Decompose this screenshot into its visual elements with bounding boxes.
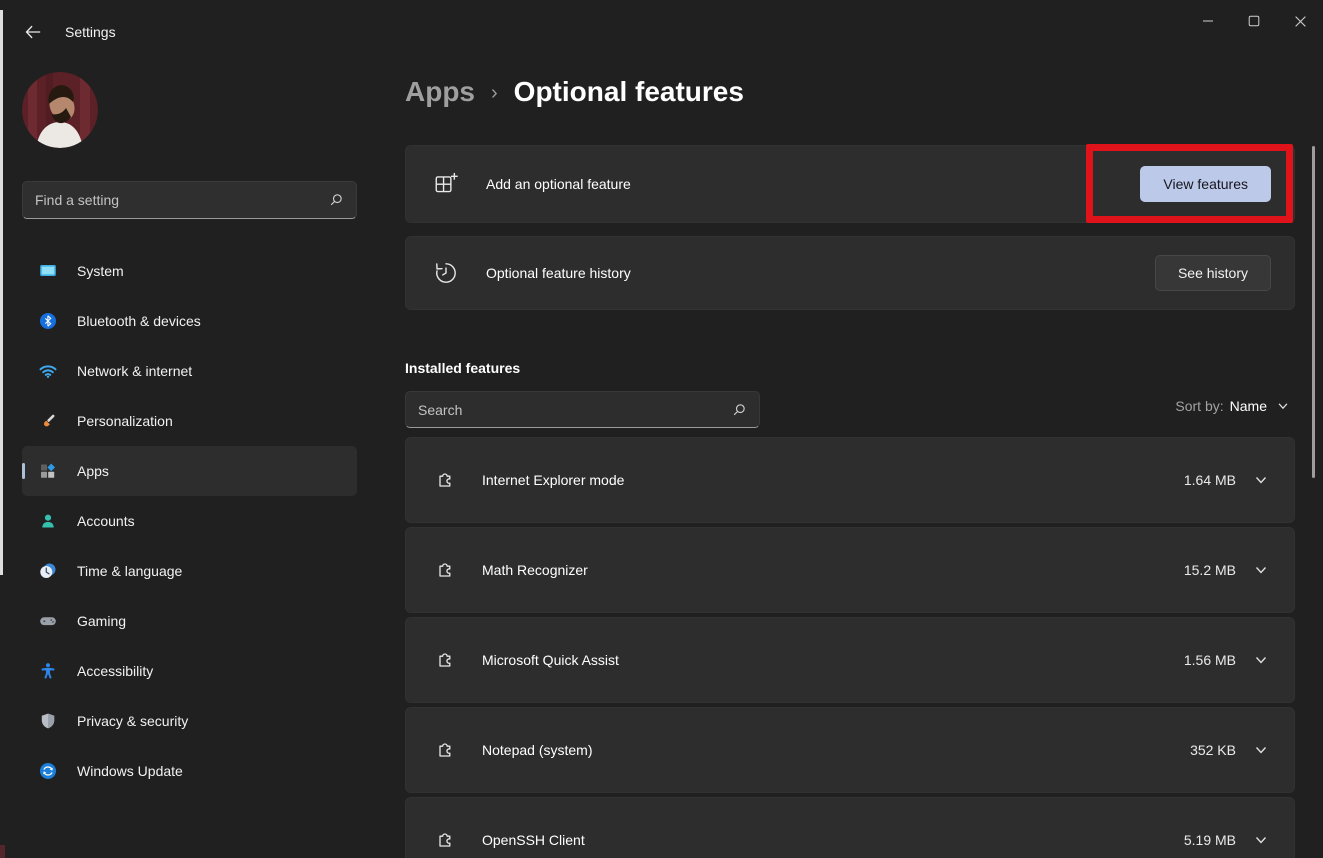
add-optional-feature-card: Add an optional feature View features	[405, 145, 1295, 223]
feature-size: 5.19 MB	[1184, 832, 1236, 848]
sidebar-item-label: Gaming	[77, 613, 126, 629]
sidebar-item-personalization[interactable]: Personalization	[22, 396, 357, 446]
sidebar-nav: System Bluetooth & devices Network & int…	[22, 246, 357, 796]
chevron-down-icon	[1276, 399, 1290, 413]
search-icon	[328, 192, 344, 208]
view-features-button[interactable]: View features	[1140, 166, 1271, 202]
chevron-down-icon[interactable]	[1253, 742, 1269, 758]
gamepad-icon	[38, 611, 58, 631]
sidebar-item-label: Network & internet	[77, 363, 192, 379]
user-avatar	[22, 72, 98, 148]
puzzle-icon	[434, 829, 456, 851]
shield-icon	[38, 711, 58, 731]
minimize-button[interactable]	[1185, 0, 1231, 42]
grid-plus-icon	[433, 171, 459, 197]
back-button[interactable]	[18, 18, 48, 46]
window-controls	[1185, 0, 1323, 42]
selected-indicator	[22, 463, 25, 479]
sidebar-item-privacy-security[interactable]: Privacy & security	[22, 696, 357, 746]
sidebar-item-accounts[interactable]: Accounts	[22, 496, 357, 546]
bluetooth-icon	[38, 311, 58, 331]
see-history-button[interactable]: See history	[1155, 255, 1271, 291]
minimize-icon	[1202, 15, 1214, 27]
find-setting-searchbox	[22, 181, 357, 219]
feature-row-notepad-system[interactable]: Notepad (system) 352 KB	[405, 707, 1295, 793]
chevron-down-icon[interactable]	[1253, 652, 1269, 668]
display-icon	[38, 261, 58, 281]
sidebar-item-windows-update[interactable]: Windows Update	[22, 746, 357, 796]
maximize-icon	[1248, 15, 1260, 27]
puzzle-icon	[434, 559, 456, 581]
close-button[interactable]	[1277, 0, 1323, 42]
close-icon	[1294, 15, 1307, 28]
apps-grid-icon	[38, 461, 58, 481]
paintbrush-icon	[38, 411, 58, 431]
sidebar-item-label: Windows Update	[77, 763, 183, 779]
sidebar-item-label: Accounts	[77, 513, 135, 529]
installed-features-searchbox	[405, 391, 760, 428]
sort-by-dropdown[interactable]: Sort by: Name	[1175, 398, 1290, 414]
chevron-down-icon[interactable]	[1253, 562, 1269, 578]
puzzle-icon	[434, 739, 456, 761]
maximize-button[interactable]	[1231, 0, 1277, 42]
sidebar-item-label: Apps	[77, 463, 109, 479]
sidebar-item-accessibility[interactable]: Accessibility	[22, 646, 357, 696]
sidebar-item-network-internet[interactable]: Network & internet	[22, 346, 357, 396]
puzzle-icon	[434, 649, 456, 671]
sidebar-item-apps[interactable]: Apps	[22, 446, 357, 496]
sidebar: System Bluetooth & devices Network & int…	[0, 48, 390, 858]
chevron-down-icon[interactable]	[1253, 832, 1269, 848]
sidebar-item-label: Time & language	[77, 563, 182, 579]
update-icon	[38, 761, 58, 781]
feature-row-microsoft-quick-assist[interactable]: Microsoft Quick Assist 1.56 MB	[405, 617, 1295, 703]
feature-size: 1.64 MB	[1184, 472, 1236, 488]
titlebar: Settings	[0, 0, 1323, 48]
find-setting-input[interactable]	[23, 192, 328, 208]
settings-window: Settings	[0, 0, 1323, 858]
feature-size: 1.56 MB	[1184, 652, 1236, 668]
vertical-scrollbar[interactable]	[1312, 146, 1315, 478]
sidebar-item-label: Privacy & security	[77, 713, 188, 729]
breadcrumb-separator: ›	[491, 82, 498, 105]
puzzle-icon	[434, 469, 456, 491]
feature-name: Notepad (system)	[482, 742, 592, 758]
feature-name: Internet Explorer mode	[482, 472, 624, 488]
sidebar-item-time-language[interactable]: Time & language	[22, 546, 357, 596]
feature-name: OpenSSH Client	[482, 832, 585, 848]
installed-features-search-input[interactable]	[406, 402, 731, 418]
optional-feature-history-label: Optional feature history	[486, 265, 631, 281]
sort-by-label: Sort by:	[1175, 398, 1223, 414]
sidebar-item-bluetooth-devices[interactable]: Bluetooth & devices	[22, 296, 357, 346]
page-title: Optional features	[514, 76, 744, 108]
breadcrumb-apps[interactable]: Apps	[405, 76, 475, 108]
back-arrow-icon	[24, 23, 42, 41]
history-icon	[433, 260, 459, 286]
installed-features-title: Installed features	[405, 360, 520, 376]
sidebar-item-system[interactable]: System	[22, 246, 357, 296]
add-optional-feature-label: Add an optional feature	[486, 176, 631, 192]
sidebar-item-label: Accessibility	[77, 663, 153, 679]
sidebar-item-label: Personalization	[77, 413, 173, 429]
feature-name: Math Recognizer	[482, 562, 588, 578]
window-title: Settings	[65, 24, 116, 40]
feature-row-math-recognizer[interactable]: Math Recognizer 15.2 MB	[405, 527, 1295, 613]
sidebar-item-gaming[interactable]: Gaming	[22, 596, 357, 646]
sort-by-value: Name	[1230, 398, 1267, 414]
sidebar-item-label: Bluetooth & devices	[77, 313, 201, 329]
feature-size: 15.2 MB	[1184, 562, 1236, 578]
breadcrumb: Apps › Optional features	[405, 76, 744, 108]
feature-row-openssh-client[interactable]: OpenSSH Client 5.19 MB	[405, 797, 1295, 858]
feature-row-internet-explorer-mode[interactable]: Internet Explorer mode 1.64 MB	[405, 437, 1295, 523]
feature-name: Microsoft Quick Assist	[482, 652, 619, 668]
wifi-icon	[38, 361, 58, 381]
person-icon	[38, 511, 58, 531]
search-icon	[731, 402, 747, 418]
feature-size: 352 KB	[1190, 742, 1236, 758]
sidebar-item-label: System	[77, 263, 124, 279]
clock-icon	[38, 561, 58, 581]
chevron-down-icon[interactable]	[1253, 472, 1269, 488]
optional-feature-history-card: Optional feature history See history	[405, 236, 1295, 310]
accessibility-icon	[38, 661, 58, 681]
